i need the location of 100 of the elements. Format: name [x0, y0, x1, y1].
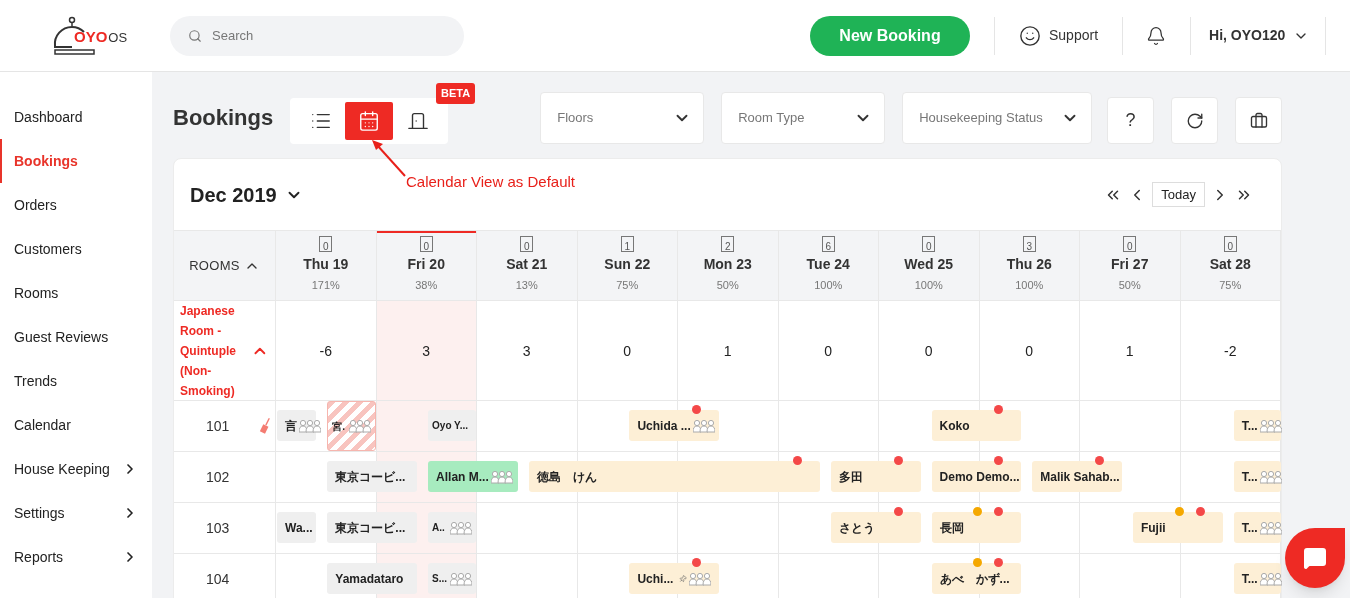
sidebar-item[interactable]: Settings	[0, 491, 152, 535]
day-header[interactable]: 0 Fri 27 50%	[1080, 231, 1181, 300]
arrivals-count: 2	[721, 236, 735, 252]
availability-count: 3	[522, 341, 531, 361]
booking-bar[interactable]: Uchida ...	[629, 410, 720, 441]
bell-icon[interactable]	[1146, 25, 1167, 46]
search-icon	[188, 28, 202, 43]
arrivals-count: 3	[1022, 236, 1036, 252]
room-number: 103	[206, 518, 230, 538]
logo-brand: OYO	[74, 28, 108, 44]
booking-bar[interactable]: 多田	[830, 461, 921, 492]
day-label: Wed 25	[904, 255, 954, 274]
occupancy-percent: 38%	[415, 278, 438, 293]
booking-bar[interactable]: 徳島 けん	[528, 461, 820, 492]
annotation-text: Calendar View as Default	[406, 172, 575, 192]
booking-bar[interactable]: Malik Sahab...	[1032, 461, 1122, 492]
filter-dropdown[interactable]: Room Type	[721, 92, 886, 144]
sidebar-item[interactable]: Trends	[0, 359, 152, 403]
booking-bar[interactable]: A..	[428, 512, 477, 543]
day-header[interactable]: 0 Wed 25 100%	[879, 231, 980, 300]
help-button[interactable]: ?	[1107, 97, 1154, 144]
briefcase-icon	[1249, 111, 1268, 130]
day-header[interactable]: 2 Mon 23 50%	[678, 231, 779, 300]
sidebar-item[interactable]: Bookings	[0, 139, 152, 183]
booking-bar[interactable]: S...	[428, 563, 477, 594]
availability-count: 3	[422, 341, 431, 361]
calendar-icon	[358, 110, 381, 132]
day-label: Thu 19	[303, 255, 349, 274]
occupancy-percent: 13%	[515, 278, 538, 293]
booking-bar[interactable]: 宮.	[327, 401, 376, 451]
calendar-view-button[interactable]	[345, 102, 394, 140]
filter-dropdown[interactable]: Housekeeping Status	[902, 92, 1093, 144]
support-button[interactable]: Support	[1019, 24, 1099, 47]
occupancy-percent: 100%	[914, 278, 943, 293]
day-label: Thu 26	[1006, 255, 1052, 274]
chat-button[interactable]	[1285, 528, 1345, 588]
availability-count: -2	[1224, 341, 1237, 361]
sidebar-item[interactable]: Reports	[0, 535, 152, 579]
booking-bar[interactable]: 東京コービ...	[327, 512, 418, 543]
booking-bar[interactable]: Fujii	[1132, 512, 1223, 543]
page-title: Bookings	[173, 104, 274, 132]
sidebar-item[interactable]: House Keeping	[0, 447, 152, 491]
day-header[interactable]: 6 Tue 24 100%	[778, 231, 879, 300]
sidebar-item[interactable]: Guest Reviews	[0, 315, 152, 359]
sidebar-item[interactable]: Orders	[0, 183, 152, 227]
user-menu[interactable]: Hi, OYO120	[1209, 25, 1310, 46]
booking-bar[interactable]: Uchi...	[629, 563, 720, 594]
sidebar-item[interactable]: Customers	[0, 227, 152, 271]
day-label: Sat 21	[506, 255, 548, 274]
day-header[interactable]: 0 Sat 21 13%	[477, 231, 578, 300]
beta-badge: BETA	[436, 83, 476, 104]
availability-count: 0	[623, 341, 632, 361]
availability-count: 0	[824, 341, 833, 361]
day-label: Tue 24	[806, 255, 850, 274]
sidebar-item[interactable]: Dashboard	[0, 95, 152, 139]
booking-bar[interactable]: T...	[1233, 410, 1281, 441]
availability-count: -6	[319, 341, 332, 361]
booking-bar[interactable]: 東京コービ...	[327, 461, 418, 492]
day-label: Sun 22	[604, 255, 651, 274]
sidebar-item[interactable]: Calendar	[0, 403, 152, 447]
door-icon	[406, 110, 429, 132]
booking-bar[interactable]: Yamadataro	[327, 563, 418, 594]
booking-bar[interactable]: 長岡	[931, 512, 1022, 543]
occupancy-percent: 75%	[616, 278, 639, 293]
day-header[interactable]: 0 Sat 28 75%	[1180, 231, 1281, 300]
briefcase-button[interactable]	[1235, 97, 1282, 144]
room-number: 101	[206, 416, 230, 436]
day-header[interactable]: 0 Thu 19 171%	[276, 231, 377, 300]
day-label: Sat 28	[1209, 255, 1251, 274]
search-field[interactable]: Search	[170, 15, 464, 56]
booking-bar[interactable]: Wa...	[277, 512, 317, 543]
today-button[interactable]: Today	[1152, 181, 1205, 208]
arrivals-count: 0	[520, 236, 534, 252]
booking-bar[interactable]: あべ かず...	[931, 563, 1022, 594]
availability-count: 1	[723, 341, 732, 361]
arrivals-count: 0	[1223, 236, 1237, 252]
booking-bar[interactable]: T...	[1233, 512, 1281, 543]
booking-bar[interactable]: T...	[1233, 461, 1281, 492]
arrivals-count: 0	[922, 236, 936, 252]
day-label: Fri 20	[407, 255, 445, 274]
sidebar-item[interactable]: Rooms	[0, 271, 152, 315]
availability-count: 0	[924, 341, 933, 361]
booking-bar[interactable]: Demo Demo...	[931, 461, 1022, 492]
rooms-heading: ROOMS	[189, 256, 240, 275]
booking-bar[interactable]: さとう	[830, 512, 921, 543]
arrivals-count: 0	[419, 236, 433, 252]
booking-bar[interactable]: Allan M...	[428, 461, 518, 492]
chat-icon	[1303, 546, 1327, 570]
day-header[interactable]: 3 Thu 26 100%	[979, 231, 1080, 300]
booking-bar[interactable]: Koko	[931, 410, 1022, 441]
arrivals-count: 0	[1123, 236, 1137, 252]
month-selector[interactable]: Dec 2019	[190, 179, 303, 210]
refresh-icon	[1185, 111, 1204, 130]
occupancy-percent: 100%	[814, 278, 843, 293]
day-header[interactable]: 0 Fri 20 38%	[376, 231, 477, 300]
filter-dropdown[interactable]: Floors	[540, 92, 705, 144]
booking-bar[interactable]: Oyo Y...	[428, 410, 477, 441]
day-header[interactable]: 1 Sun 22 75%	[577, 231, 678, 300]
booking-bar[interactable]: T...	[1233, 563, 1281, 594]
refresh-button[interactable]	[1171, 97, 1218, 144]
